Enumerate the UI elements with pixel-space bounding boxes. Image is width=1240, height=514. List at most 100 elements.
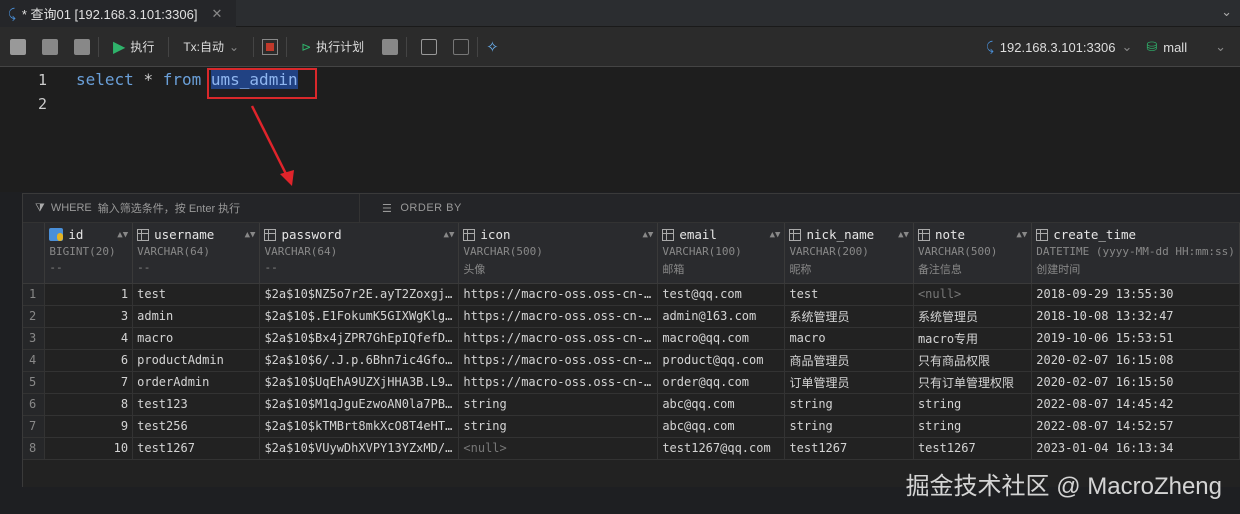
sort-icon[interactable]: ▲▼ (444, 230, 455, 240)
cell-nick_name[interactable]: 商品管理员 (784, 349, 914, 372)
open-folder-icon[interactable] (10, 38, 26, 55)
sort-icon[interactable]: ▲▼ (642, 230, 653, 240)
chevron-down-icon[interactable]: ⌄ (1215, 39, 1226, 55)
cell-nick_name[interactable]: 系统管理员 (784, 305, 914, 328)
magic-wand-icon[interactable]: ✧ (486, 38, 499, 56)
cell-note[interactable]: string (913, 415, 1033, 438)
table-row[interactable]: 4 6 productAdmin $2a$10$6/.J.p.6Bhn7ic4Gfo…… (23, 349, 1240, 372)
save-icon[interactable] (42, 38, 58, 55)
where-filter-input[interactable]: ⧩ WHERE 输入筛选条件，按 Enter 执行 (23, 194, 360, 222)
cell-create_time[interactable]: 2018-10-08 13:32:47 (1031, 305, 1240, 328)
column-header-password[interactable]: password ▲▼ VARCHAR(64) -- (259, 223, 460, 284)
cell-note[interactable]: 只有商品权限 (913, 349, 1033, 372)
table-row[interactable]: 6 8 test123 $2a$10$M1qJguEzwoAN0la7PB… strin… (23, 393, 1240, 416)
cell-icon[interactable]: string (458, 393, 659, 416)
column-header-note[interactable]: note ▲▼ VARCHAR(500) 备注信息 (913, 223, 1033, 284)
table-row[interactable]: 1 1 test $2a$10$NZ5o7r2E.ayT2Zoxgj… https://… (23, 283, 1240, 306)
cell-password[interactable]: $2a$10$NZ5o7r2E.ayT2Zoxgj… (259, 283, 460, 306)
cell-nick_name[interactable]: test1267 (784, 437, 914, 460)
cell-note[interactable]: string (913, 393, 1033, 416)
cell-note[interactable]: 只有订单管理权限 (913, 371, 1033, 394)
cell-email[interactable]: admin@163.com (657, 305, 786, 328)
cell-create_time[interactable]: 2022-08-07 14:52:57 (1031, 415, 1240, 438)
chevron-down-icon[interactable]: ⌄ (1221, 4, 1232, 20)
cell-id[interactable]: 9 (44, 415, 134, 438)
cell-id[interactable]: 10 (44, 437, 134, 460)
cell-username[interactable]: test1267 (132, 437, 261, 460)
cell-username[interactable]: productAdmin (132, 349, 261, 372)
transaction-mode-select[interactable]: Tx:自动 ⌄ (177, 34, 245, 60)
cell-create_time[interactable]: 2020-02-07 16:15:50 (1031, 371, 1240, 394)
cell-username[interactable]: test (132, 283, 261, 306)
column-header-create_time[interactable]: create_time DATETIME (yyyy-MM-dd HH:mm:ss… (1031, 223, 1240, 284)
cell-email[interactable]: test@qq.com (657, 283, 786, 306)
cell-password[interactable]: $2a$10$UqEhA9UZXjHHA3B.L9… (259, 371, 460, 394)
column-header-nick_name[interactable]: nick_name ▲▼ VARCHAR(200) 昵称 (784, 223, 914, 284)
table-row[interactable]: 7 9 test256 $2a$10$kTMBrt8mkXcO8T4eHT… strin… (23, 415, 1240, 438)
column-header-icon[interactable]: icon ▲▼ VARCHAR(500) 头像 (458, 223, 659, 284)
cell-id[interactable]: 3 (44, 305, 134, 328)
order-by-input[interactable]: ☰ ORDER BY (360, 202, 462, 215)
comment-icon[interactable] (421, 38, 438, 55)
tab-query01[interactable]: ⤹ * 查询01 [192.168.3.101:3306] ✕ (0, 0, 236, 27)
sort-icon[interactable]: ▲▼ (117, 230, 128, 240)
cell-password[interactable]: $2a$10$6/.J.p.6Bhn7ic4Gfo… (259, 349, 460, 372)
cell-icon[interactable]: https://macro-oss.oss-cn-… (458, 283, 659, 306)
cell-icon[interactable]: https://macro-oss.oss-cn-… (458, 305, 659, 328)
cell-email[interactable]: abc@qq.com (657, 393, 786, 416)
cell-note[interactable]: <null> (913, 283, 1033, 306)
cell-password[interactable]: $2a$10$kTMBrt8mkXcO8T4eHT… (259, 415, 460, 438)
cell-create_time[interactable]: 2023-01-04 16:13:34 (1031, 437, 1240, 460)
cell-username[interactable]: macro (132, 327, 261, 350)
cell-username[interactable]: test123 (132, 393, 261, 416)
explain-plan-button[interactable]: ⊳ 执行计划 (295, 34, 370, 60)
cell-password[interactable]: $2a$10$VUywDhXVPY13YZxMD/… (259, 437, 460, 460)
sort-icon[interactable]: ▲▼ (1016, 230, 1027, 240)
cell-password[interactable]: $2a$10$Bx4jZPR7GhEpIQfefD… (259, 327, 460, 350)
stop-icon[interactable] (262, 38, 279, 55)
table-row[interactable]: 3 4 macro $2a$10$Bx4jZPR7GhEpIQfefD… https:/… (23, 327, 1240, 350)
chevron-down-icon[interactable]: ⌄ (1121, 39, 1132, 55)
cell-note[interactable]: macro专用 (913, 327, 1033, 350)
cell-nick_name[interactable]: macro (784, 327, 914, 350)
cell-password[interactable]: $2a$10$M1qJguEzwoAN0la7PB… (259, 393, 460, 416)
cell-id[interactable]: 7 (44, 371, 134, 394)
cell-create_time[interactable]: 2020-02-07 16:15:08 (1031, 349, 1240, 372)
cell-id[interactable]: 1 (44, 283, 134, 306)
cell-username[interactable]: test256 (132, 415, 261, 438)
cell-icon[interactable]: https://macro-oss.oss-cn-… (458, 371, 659, 394)
database-select[interactable]: mall (1163, 40, 1187, 55)
cell-note[interactable]: 系统管理员 (913, 305, 1033, 328)
cell-email[interactable]: abc@qq.com (657, 415, 786, 438)
cell-email[interactable]: test1267@qq.com (657, 437, 786, 460)
uncomment-icon[interactable] (453, 38, 470, 55)
cell-nick_name[interactable]: string (784, 393, 914, 416)
cell-id[interactable]: 8 (44, 393, 134, 416)
sort-icon[interactable]: ▲▼ (898, 230, 909, 240)
cell-email[interactable]: order@qq.com (657, 371, 786, 394)
cell-create_time[interactable]: 2019-10-06 15:53:51 (1031, 327, 1240, 350)
export-icon[interactable] (382, 38, 399, 55)
cell-nick_name[interactable]: string (784, 415, 914, 438)
column-header-id[interactable]: id ▲▼ BIGINT(20) -- (44, 223, 134, 284)
cell-nick_name[interactable]: test (784, 283, 914, 306)
sort-icon[interactable]: ▲▼ (245, 230, 256, 240)
save-as-icon[interactable] (74, 38, 90, 55)
cell-create_time[interactable]: 2022-08-07 14:45:42 (1031, 393, 1240, 416)
cell-icon[interactable]: string (458, 415, 659, 438)
cell-username[interactable]: admin (132, 305, 261, 328)
cell-email[interactable]: product@qq.com (657, 349, 786, 372)
cell-create_time[interactable]: 2018-09-29 13:55:30 (1031, 283, 1240, 306)
cell-icon[interactable]: https://macro-oss.oss-cn-… (458, 327, 659, 350)
cell-password[interactable]: $2a$10$.E1FokumK5GIXWgKlg… (259, 305, 460, 328)
run-button[interactable]: ▶ 执行 (107, 34, 160, 60)
table-row[interactable]: 8 10 test1267 $2a$10$VUywDhXVPY13YZxMD/… <nu… (23, 437, 1240, 460)
sql-editor[interactable]: 1 2 select * from ums_admin (0, 67, 1240, 192)
cell-email[interactable]: macro@qq.com (657, 327, 786, 350)
cell-id[interactable]: 6 (44, 349, 134, 372)
cell-id[interactable]: 4 (44, 327, 134, 350)
cell-nick_name[interactable]: 订单管理员 (784, 371, 914, 394)
column-header-email[interactable]: email ▲▼ VARCHAR(100) 邮箱 (657, 223, 786, 284)
sort-icon[interactable]: ▲▼ (770, 230, 781, 240)
cell-icon[interactable]: https://macro-oss.oss-cn-… (458, 349, 659, 372)
